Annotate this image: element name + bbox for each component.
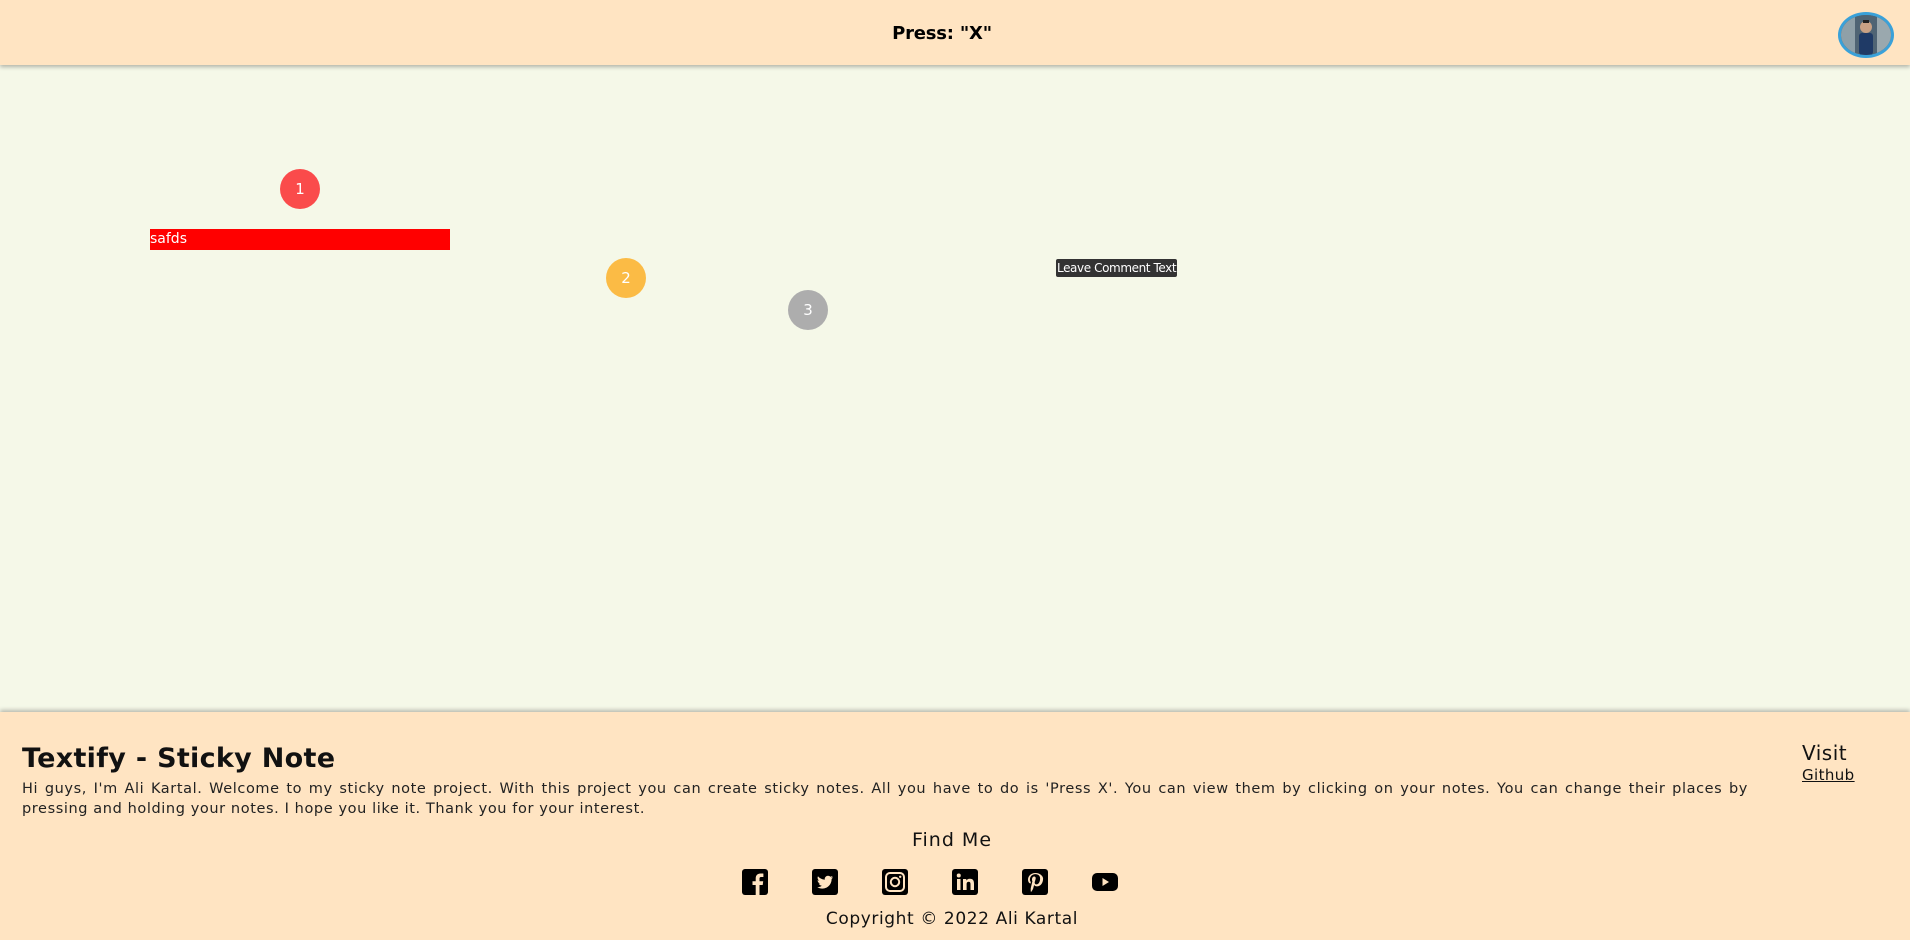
youtube-icon[interactable]	[1092, 869, 1118, 895]
page-title: Press: "X"	[892, 23, 992, 44]
leave-comment-tooltip: Leave Comment Text	[1056, 259, 1178, 277]
avatar[interactable]	[1838, 12, 1894, 58]
social-links	[742, 869, 1122, 895]
find-me-heading: Find Me	[911, 829, 993, 851]
copyright-text: Copyright © 2022 Ali Kartal	[825, 909, 1079, 929]
footer-description: Hi guys, I'm Ali Kartal. Welcome to my s…	[22, 781, 1748, 817]
header: Press: "X"	[0, 0, 1910, 65]
pinterest-icon[interactable]	[1022, 869, 1048, 895]
sticky-note-1[interactable]: 1	[280, 169, 320, 209]
sticky-note-2[interactable]: 2	[606, 258, 646, 298]
footer: Textify - Sticky Note Hi guys, I'm Ali K…	[0, 712, 1910, 940]
visit-label: Visit	[1802, 741, 1848, 765]
linkedin-icon[interactable]	[952, 869, 978, 895]
github-link[interactable]: Github	[1802, 766, 1855, 784]
facebook-icon[interactable]	[742, 869, 768, 895]
sticky-note-1-text[interactable]: safds	[150, 229, 450, 250]
instagram-icon[interactable]	[882, 869, 908, 895]
sticky-note-3[interactable]: 3	[788, 290, 828, 330]
visit-block: Visit Github	[1802, 742, 1882, 784]
sticky-note-canvas[interactable]: 1 safds 2 3 Leave Comment Text	[0, 65, 1910, 712]
twitter-icon[interactable]	[812, 869, 838, 895]
profile-photo-icon	[1841, 15, 1891, 55]
footer-title: Textify - Sticky Note	[22, 743, 336, 774]
